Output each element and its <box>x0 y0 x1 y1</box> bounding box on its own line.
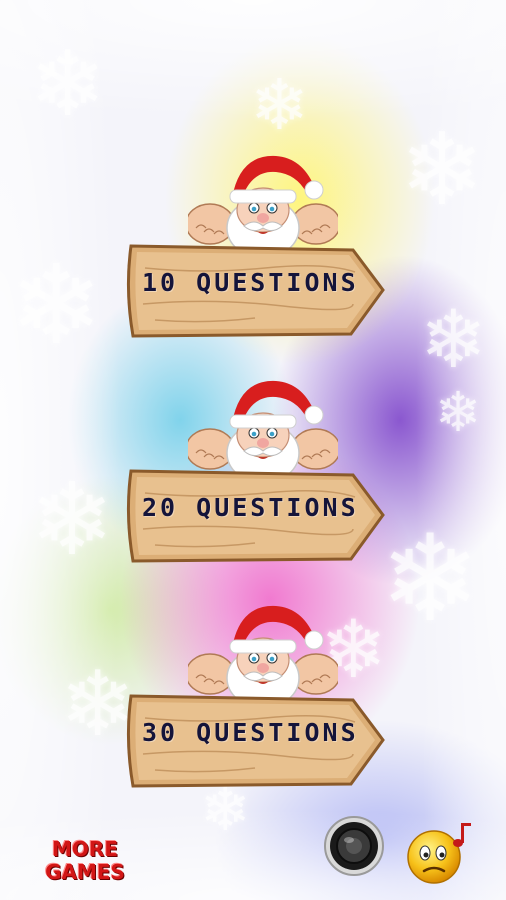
option-label: 20 QUESTIONS <box>142 493 359 522</box>
menu-option-10-questions[interactable]: 10 QUESTIONS <box>120 150 392 350</box>
menu-option-30-questions[interactable]: 30 QUESTIONS <box>120 600 392 800</box>
music-face-icon[interactable] <box>402 815 474 887</box>
option-label: 10 QUESTIONS <box>142 268 359 297</box>
more-games-label-line1: MORE <box>52 837 118 861</box>
snowflake-icon: ❄ <box>30 461 114 578</box>
option-label: 30 QUESTIONS <box>142 718 359 747</box>
more-games-button[interactable]: MORE GAMES <box>40 838 130 884</box>
snowflake-icon: ❄ <box>10 241 103 369</box>
snowflake-icon: ❄ <box>380 510 481 649</box>
menu-option-20-questions[interactable]: 20 QUESTIONS <box>120 375 392 575</box>
snowflake-icon: ❄ <box>30 32 106 137</box>
snowflake-icon: ❄ <box>435 380 482 444</box>
more-games-label-line2: GAMES <box>45 860 125 884</box>
snowflake-icon: ❄ <box>250 64 309 146</box>
snowflake-icon: ❄ <box>420 293 488 386</box>
speaker-icon[interactable] <box>323 815 385 877</box>
snowflake-icon: ❄ <box>400 111 484 228</box>
